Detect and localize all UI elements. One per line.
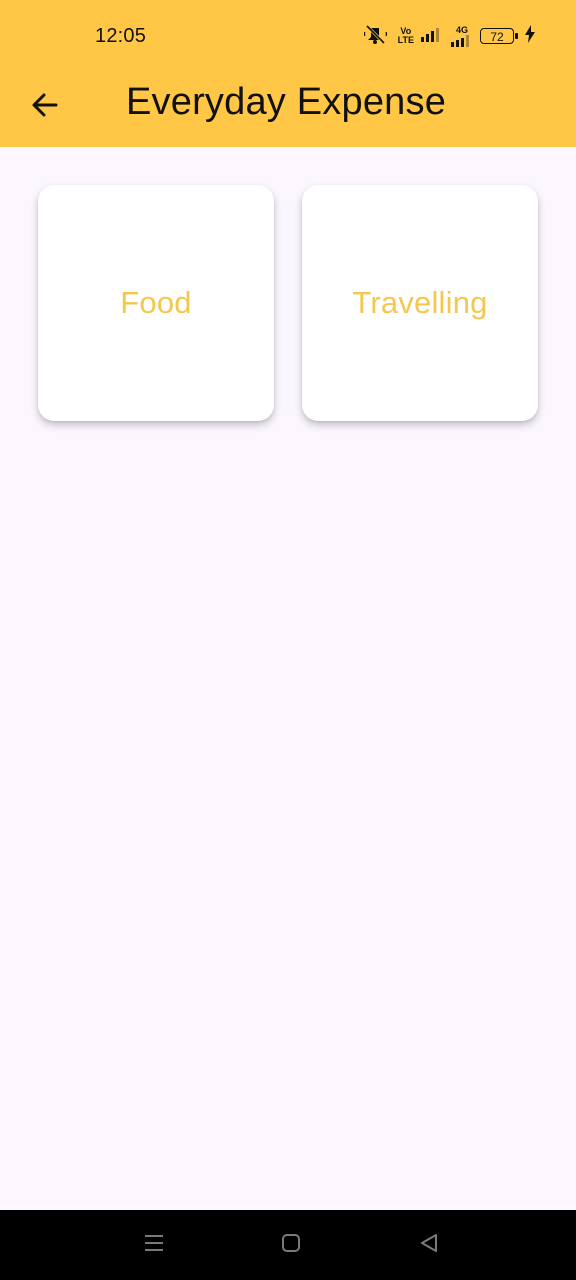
nav-menu-button[interactable] bbox=[139, 1230, 169, 1260]
category-label: Food bbox=[120, 285, 192, 320]
page-title: Everyday Expense bbox=[126, 81, 447, 123]
app-bar: Everyday Expense bbox=[0, 66, 576, 147]
volte-icon: Vo LTE bbox=[398, 27, 414, 45]
nav-home-button[interactable] bbox=[276, 1230, 306, 1260]
status-bar: 12:05 Vo LTE 4G 72 bbox=[0, 0, 576, 66]
signal-icon bbox=[420, 25, 444, 48]
category-card-travelling[interactable]: Travelling bbox=[302, 185, 538, 421]
system-nav-bar bbox=[0, 1210, 576, 1280]
menu-icon bbox=[143, 1232, 165, 1259]
mute-icon bbox=[363, 24, 388, 49]
battery-icon: 72 bbox=[480, 28, 518, 44]
network-label: 4G bbox=[455, 24, 468, 35]
4g-signal-icon: 4G bbox=[450, 24, 474, 47]
home-icon bbox=[280, 1232, 302, 1259]
charging-icon bbox=[524, 24, 536, 48]
category-card-food[interactable]: Food bbox=[38, 185, 274, 421]
back-icon bbox=[418, 1232, 440, 1259]
nav-back-button[interactable] bbox=[414, 1230, 444, 1260]
status-icons: Vo LTE 4G 72 bbox=[363, 22, 536, 50]
status-time: 12:05 bbox=[95, 25, 147, 47]
back-button[interactable] bbox=[22, 84, 68, 130]
volte-bottom-label: LTE bbox=[397, 35, 414, 45]
category-label: Travelling bbox=[352, 285, 488, 320]
arrow-left-icon bbox=[31, 91, 59, 124]
